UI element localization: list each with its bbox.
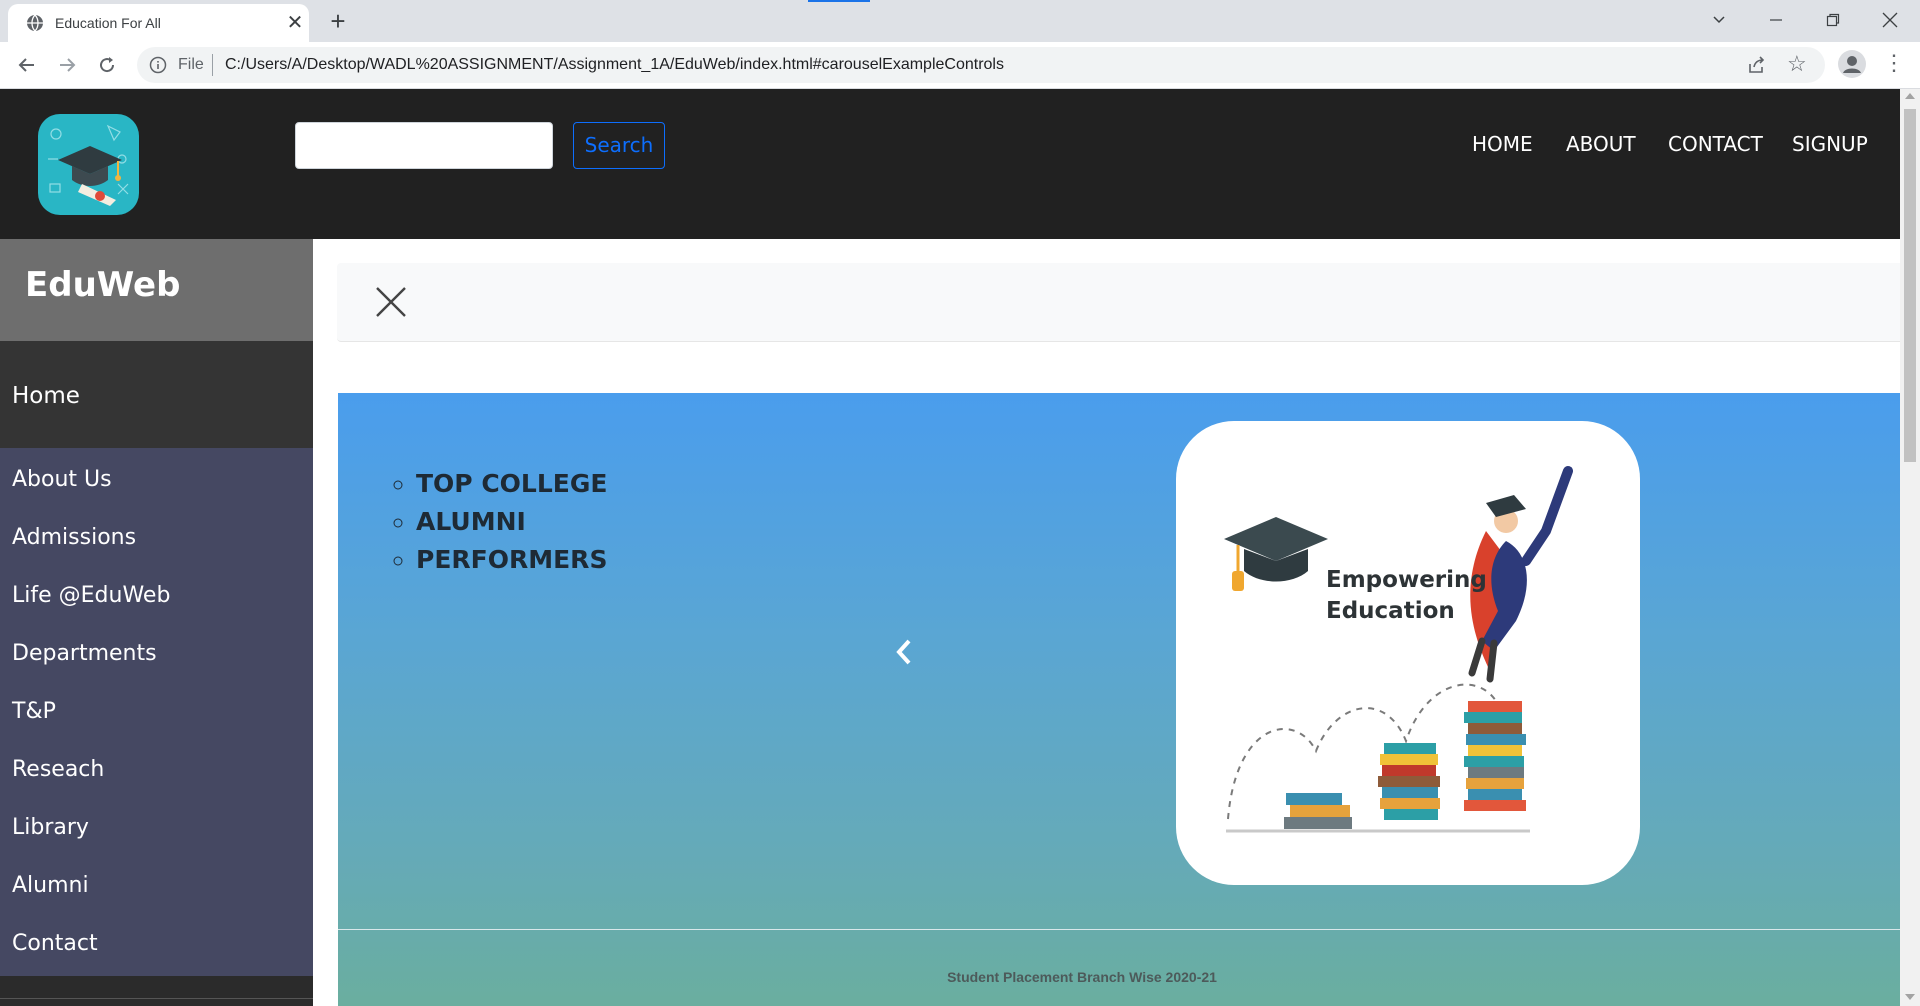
tab-search-chevron-icon[interactable]	[1691, 0, 1747, 40]
tab-close-icon[interactable]: ✕	[284, 12, 306, 34]
url-scheme-label: File	[178, 56, 204, 73]
search-input[interactable]	[295, 122, 553, 169]
tab-title: Education For All	[55, 15, 161, 31]
nav-link-signup[interactable]: SIGNUP	[1792, 132, 1868, 156]
sidebar-item-admissions[interactable]: Admissions	[12, 525, 136, 550]
minimize-icon[interactable]	[1748, 0, 1804, 40]
info-icon[interactable]	[149, 56, 167, 74]
list-item: TOP COLLEGE	[416, 465, 607, 503]
sidebar-item-about-us[interactable]: About Us	[12, 467, 112, 492]
sidebar-footer-divider	[0, 998, 313, 999]
list-item: ALUMNI	[416, 503, 607, 541]
sidebar: EduWeb Home About Us Admissions Life @Ed…	[0, 239, 313, 1006]
new-tab-button[interactable]: +	[322, 6, 354, 36]
empowering-education-illustration	[1224, 466, 1573, 833]
reload-icon[interactable]	[93, 51, 121, 79]
carousel-divider	[338, 929, 1900, 930]
globe-icon	[27, 14, 43, 32]
sidebar-item-label: Home	[12, 383, 80, 409]
card-text-line-1: Empowering	[1326, 567, 1487, 593]
window-close-icon[interactable]	[1862, 0, 1918, 40]
nav-link-home[interactable]: HOME	[1472, 132, 1533, 156]
close-toggler-icon[interactable]	[374, 285, 408, 319]
restore-icon[interactable]	[1805, 0, 1861, 40]
page-scrollbar[interactable]	[1900, 89, 1920, 1006]
empowering-education-image: Empowering Education	[1176, 421, 1640, 885]
top-navbar: Search HOME ABOUT CONTACT SIGNUP	[0, 89, 1900, 239]
highlights-list: TOP COLLEGE ALUMNI PERFORMERS	[388, 465, 607, 579]
url-separator	[212, 54, 213, 76]
sidebar-footer	[0, 976, 313, 1006]
sidebar-item-contact[interactable]: Contact	[12, 931, 98, 956]
browser-tab[interactable]: Education For All ✕	[8, 4, 309, 42]
browser-toolbar: File C:/Users/A/Desktop/WADL%20ASSIGNMEN…	[0, 42, 1920, 89]
sidebar-item-life-eduweb[interactable]: Life @EduWeb	[12, 583, 170, 608]
list-item: PERFORMERS	[416, 541, 607, 579]
address-bar[interactable]: File C:/Users/A/Desktop/WADL%20ASSIGNMEN…	[137, 47, 1825, 83]
carousel: TOP COLLEGE ALUMNI PERFORMERS	[338, 393, 1900, 1006]
bookmark-star-icon[interactable]: ☆	[1787, 53, 1807, 75]
brand-title[interactable]: EduWeb	[25, 265, 180, 305]
placement-caption: Student Placement Branch Wise 2020-21	[947, 969, 1217, 985]
sidebar-item-departments[interactable]: Departments	[12, 641, 157, 666]
sidebar-item-research[interactable]: Reseach	[12, 757, 104, 782]
page-viewport: Search HOME ABOUT CONTACT SIGNUP EduWeb …	[0, 89, 1900, 1006]
scroll-up-arrow-icon[interactable]	[1905, 93, 1915, 99]
sidebar-item-library[interactable]: Library	[12, 815, 89, 840]
search-button[interactable]: Search	[573, 122, 665, 169]
profile-avatar-icon[interactable]	[1838, 50, 1866, 78]
share-icon[interactable]	[1747, 55, 1767, 75]
card-text-line-2: Education	[1326, 598, 1455, 624]
url-text[interactable]: C:/Users/A/Desktop/WADL%20ASSIGNMENT/Ass…	[225, 56, 1004, 74]
eduweb-logo-icon[interactable]	[38, 114, 139, 215]
scrollbar-thumb[interactable]	[1904, 109, 1916, 462]
forward-arrow-icon[interactable]	[53, 51, 81, 79]
sidebar-item-home[interactable]: Home	[0, 341, 313, 448]
scroll-down-arrow-icon[interactable]	[1905, 994, 1915, 1000]
nav-link-contact[interactable]: CONTACT	[1668, 132, 1763, 156]
tab-search-indicator	[808, 0, 870, 2]
sidebar-brand: EduWeb	[0, 239, 313, 341]
back-arrow-icon[interactable]	[13, 51, 41, 79]
browser-tab-strip: Education For All ✕ +	[0, 0, 1920, 42]
nav-link-about[interactable]: ABOUT	[1566, 132, 1636, 156]
collapse-toggler-bar	[337, 263, 1900, 342]
sidebar-item-alumni[interactable]: Alumni	[12, 873, 89, 898]
browser-menu-icon[interactable]: ⋮	[1883, 50, 1905, 78]
sidebar-item-tnp[interactable]: T&P	[12, 699, 56, 724]
carousel-prev-icon[interactable]	[894, 637, 914, 667]
